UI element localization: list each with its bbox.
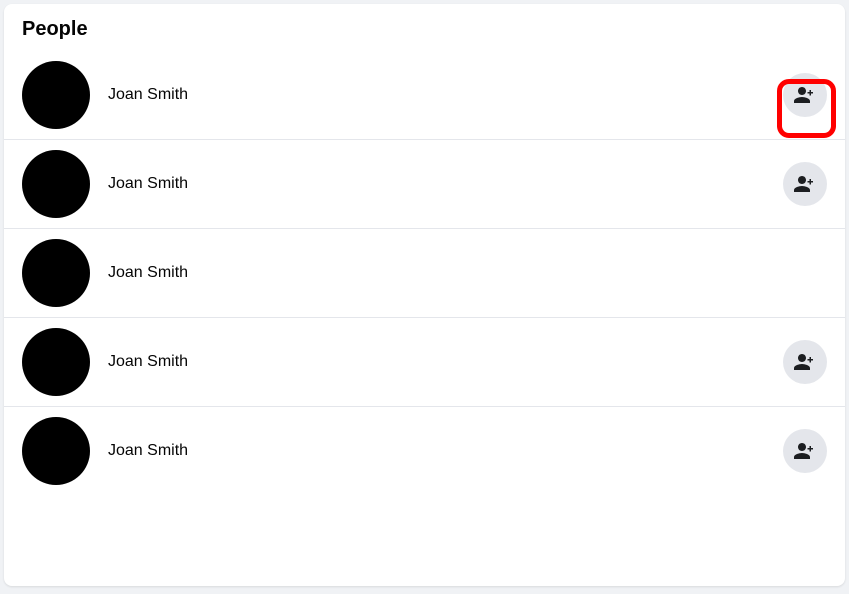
person-row[interactable]: Joan Smith [4, 318, 845, 407]
person-name[interactable]: Joan Smith [108, 86, 783, 104]
person-name[interactable]: Joan Smith [108, 442, 783, 460]
add-friend-icon [793, 350, 817, 374]
add-friend-icon [793, 172, 817, 196]
avatar[interactable] [22, 61, 90, 129]
people-card: People Joan Smith Joan Smith Joan SmithJ… [4, 4, 845, 586]
section-title: People [4, 4, 845, 51]
people-list: Joan Smith Joan Smith Joan Smith Joan Smi… [4, 51, 845, 495]
avatar[interactable] [22, 239, 90, 307]
avatar[interactable] [22, 328, 90, 396]
add-friend-button[interactable] [783, 429, 827, 473]
add-friend-button[interactable] [783, 340, 827, 384]
person-name[interactable]: Joan Smith [108, 353, 783, 371]
person-row[interactable]: Joan Smith [4, 51, 845, 140]
add-friend-button[interactable] [783, 162, 827, 206]
add-friend-button[interactable] [783, 73, 827, 117]
person-row[interactable]: Joan Smith [4, 229, 845, 318]
avatar[interactable] [22, 417, 90, 485]
person-row[interactable]: Joan Smith [4, 407, 845, 495]
person-name[interactable]: Joan Smith [108, 175, 783, 193]
add-friend-icon [793, 439, 817, 463]
avatar[interactable] [22, 150, 90, 218]
add-friend-icon [793, 83, 817, 107]
person-row[interactable]: Joan Smith [4, 140, 845, 229]
person-name[interactable]: Joan Smith [108, 264, 827, 282]
